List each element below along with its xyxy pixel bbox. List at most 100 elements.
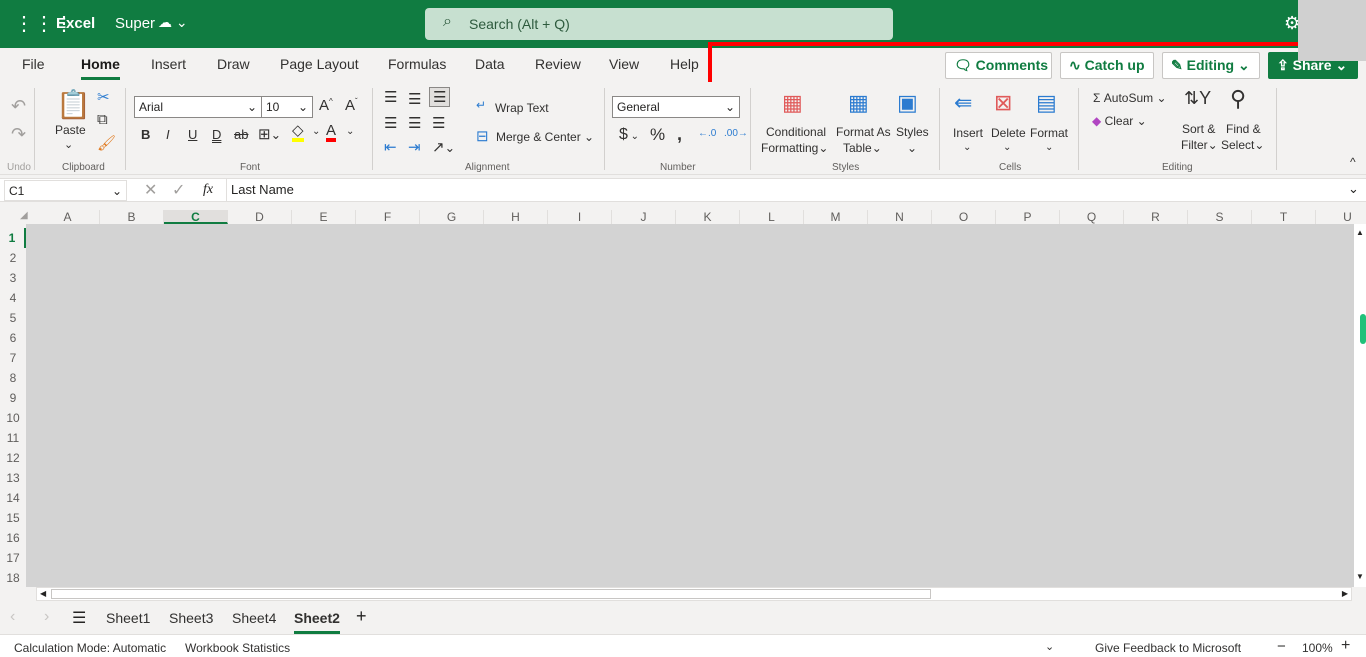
all-sheets-icon[interactable]: ☰ xyxy=(72,608,86,628)
bold-button[interactable]: B xyxy=(141,127,150,142)
name-box[interactable]: C1 ⌄ xyxy=(4,180,127,201)
chevron-down-icon[interactable]: ⌄ xyxy=(963,142,971,153)
underline-button[interactable]: U xyxy=(188,127,197,142)
row-header-13[interactable]: 13 xyxy=(0,468,26,488)
find-select-label[interactable]: Select⌄ xyxy=(1221,138,1264,152)
column-header-C[interactable]: C xyxy=(164,210,228,224)
expand-formula-bar-icon[interactable]: ⌄ xyxy=(1348,181,1359,197)
cell-styles-button[interactable]: Styles xyxy=(896,125,929,139)
row-header-5[interactable]: 5 xyxy=(0,308,26,328)
conditional-formatting-button[interactable]: Conditional xyxy=(766,125,826,139)
sheet-tab-sheet1[interactable]: Sheet1 xyxy=(106,610,150,626)
align-center-icon[interactable]: ☰ xyxy=(408,114,421,132)
grow-font-icon[interactable]: A^ xyxy=(319,97,333,114)
calculation-mode[interactable]: Calculation Mode: Automatic xyxy=(14,641,166,655)
column-header-K[interactable]: K xyxy=(676,210,740,224)
sheet-tab-sheet3[interactable]: Sheet3 xyxy=(169,610,213,626)
column-header-G[interactable]: G xyxy=(420,210,484,224)
decrease-indent-icon[interactable]: ⇤ xyxy=(384,138,397,156)
font-size-select[interactable]: 10 ⌄ xyxy=(261,96,313,118)
insert-function-icon[interactable]: fx xyxy=(203,182,213,198)
format-painter-icon[interactable]: 🖌 xyxy=(97,134,116,152)
comma-style-button[interactable]: , xyxy=(677,124,682,145)
column-header-M[interactable]: M xyxy=(804,210,868,224)
column-header-E[interactable]: E xyxy=(292,210,356,224)
row-header-12[interactable]: 12 xyxy=(0,448,26,468)
zoom-in-button[interactable]: + xyxy=(1341,637,1350,655)
avatar-placeholder[interactable] xyxy=(1298,0,1366,61)
row-header-10[interactable]: 10 xyxy=(0,408,26,428)
align-middle-icon[interactable]: ☰ xyxy=(408,90,421,108)
format-as-table-button[interactable]: Format As xyxy=(836,125,891,139)
column-header-N[interactable]: N xyxy=(868,210,932,224)
wrap-text-button[interactable]: Wrap Text xyxy=(495,101,549,115)
copy-icon[interactable]: ⧉ xyxy=(97,111,108,128)
shrink-font-icon[interactable]: Aˇ xyxy=(345,97,358,114)
row-header-16[interactable]: 16 xyxy=(0,528,26,548)
column-header-B[interactable]: B xyxy=(100,210,164,224)
cancel-icon[interactable]: ✕ xyxy=(144,180,157,200)
paste-icon[interactable]: 📋 xyxy=(56,88,91,121)
italic-button[interactable]: I xyxy=(166,127,170,142)
merge-center-button[interactable]: Merge & Center ⌄ xyxy=(496,130,594,144)
tab-data[interactable]: Data xyxy=(475,56,505,72)
row-header-11[interactable]: 11 xyxy=(0,428,26,448)
row-header-9[interactable]: 9 xyxy=(0,388,26,408)
double-underline-button[interactable]: D xyxy=(212,127,221,142)
percent-button[interactable]: % xyxy=(650,125,665,145)
column-header-H[interactable]: H xyxy=(484,210,548,224)
enter-icon[interactable]: ✓ xyxy=(172,180,185,200)
font-color-icon[interactable]: A xyxy=(326,123,337,142)
tab-formulas[interactable]: Formulas xyxy=(388,56,446,72)
tab-review[interactable]: Review xyxy=(535,56,581,72)
column-header-J[interactable]: J xyxy=(612,210,676,224)
format-cells-button[interactable]: Format xyxy=(1030,126,1068,140)
strikethrough-button[interactable]: ab xyxy=(234,127,248,142)
row-header-3[interactable]: 3 xyxy=(0,268,26,288)
clear-button[interactable]: ◆ Clear ⌄ xyxy=(1092,114,1147,128)
row-header-6[interactable]: 6 xyxy=(0,328,26,348)
insert-cells-button[interactable]: Insert xyxy=(953,126,983,140)
delete-cells-button[interactable]: Delete xyxy=(991,126,1026,140)
zoom-level[interactable]: 100% xyxy=(1302,641,1333,655)
tab-draw[interactable]: Draw xyxy=(217,56,250,72)
search-input[interactable]: ⌕ Search (Alt + Q) xyxy=(425,8,893,40)
tab-view[interactable]: View xyxy=(609,56,639,72)
row-header-18[interactable]: 18 xyxy=(0,568,26,588)
decrease-decimal-icon[interactable]: .00→ xyxy=(724,128,748,139)
tab-home[interactable]: Home xyxy=(81,56,120,80)
chevron-down-icon[interactable]: ⌄ xyxy=(1045,640,1054,653)
vertical-scrollbar[interactable]: ▲ ▼ xyxy=(1354,224,1366,587)
column-header-R[interactable]: R xyxy=(1124,210,1188,224)
row-header-2[interactable]: 2 xyxy=(0,248,26,268)
column-header-I[interactable]: I xyxy=(548,210,612,224)
workbook-statistics[interactable]: Workbook Statistics xyxy=(185,641,290,655)
feedback-link[interactable]: Give Feedback to Microsoft xyxy=(1095,641,1241,655)
row-header-4[interactable]: 4 xyxy=(0,288,26,308)
zoom-out-button[interactable]: − xyxy=(1277,638,1286,655)
align-left-icon[interactable]: ☰ xyxy=(384,114,397,132)
sheet-tab-sheet2[interactable]: Sheet2 xyxy=(294,610,340,634)
tab-help[interactable]: Help xyxy=(670,56,699,72)
collapse-ribbon-icon[interactable]: ^ xyxy=(1350,155,1356,169)
find-select-button[interactable]: Find & xyxy=(1226,122,1261,136)
cloud-saved-icon[interactable]: ☁ ⌄ xyxy=(158,14,188,31)
next-sheet-icon[interactable]: › xyxy=(44,608,49,626)
autosum-button[interactable]: Σ AutoSum ⌄ xyxy=(1093,91,1167,105)
row-header-15[interactable]: 15 xyxy=(0,508,26,528)
number-format-select[interactable]: General ⌄ xyxy=(612,96,740,118)
file-name[interactable]: Super xyxy=(115,15,155,32)
app-name[interactable]: Excel xyxy=(56,15,95,32)
align-bottom-icon[interactable]: ☰ xyxy=(429,87,451,107)
horizontal-scrollbar[interactable]: ◀ ▶ xyxy=(36,587,1352,601)
increase-indent-icon[interactable]: ⇥ xyxy=(408,138,421,156)
column-header-S[interactable]: S xyxy=(1188,210,1252,224)
sort-filter-label[interactable]: Filter⌄ xyxy=(1181,138,1218,152)
tab-file[interactable]: File xyxy=(22,56,45,72)
chevron-down-icon[interactable]: ⌄ xyxy=(312,126,320,137)
worksheet-grid[interactable] xyxy=(26,224,1354,587)
format-as-table-label[interactable]: Table⌄ xyxy=(843,141,882,155)
column-header-D[interactable]: D xyxy=(228,210,292,224)
row-header-1[interactable]: 1 xyxy=(0,228,26,248)
column-header-T[interactable]: T xyxy=(1252,210,1316,224)
